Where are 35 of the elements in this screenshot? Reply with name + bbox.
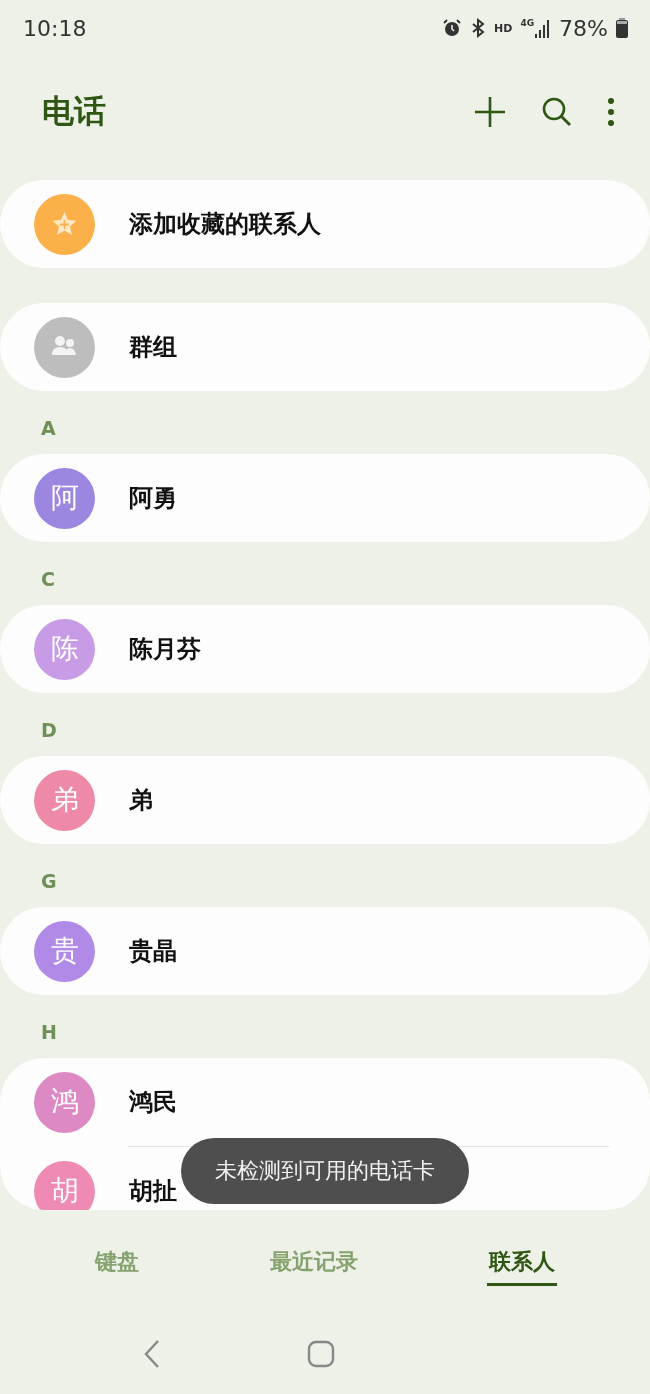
favorites-card[interactable]: 添加收藏的联系人 (0, 180, 650, 268)
contact-name[interactable]: 阿勇 (129, 482, 177, 514)
more-options-button[interactable] (607, 97, 615, 127)
groups-label: 群组 (129, 332, 177, 363)
contact-avatar: 陈 (34, 618, 95, 680)
hd-label: HD (494, 21, 513, 35)
status-time: 10:18 (23, 15, 87, 41)
contact-avatar: 贵 (34, 920, 95, 982)
section-letter: D (41, 719, 57, 741)
section-letter: C (41, 568, 55, 590)
contact-name[interactable]: 陈月芬 (129, 633, 201, 665)
contact-avatar: 胡 (34, 1160, 95, 1210)
contact-avatar: 阿 (34, 467, 95, 529)
groups-card[interactable]: 群组 (0, 303, 650, 391)
battery-icon (616, 18, 628, 38)
section-letter: H (41, 1021, 57, 1043)
battery-level: 78% (559, 15, 608, 41)
alarm-icon (442, 18, 463, 38)
section-letter: G (41, 870, 57, 892)
contact-name[interactable]: 贵晶 (129, 935, 177, 967)
contact-name[interactable]: 胡扯 (129, 1175, 177, 1207)
favorites-label: 添加收藏的联系人 (129, 209, 321, 240)
app-title: 电话 (42, 91, 107, 132)
add-button[interactable] (473, 95, 507, 129)
contact-avatar: 鸿 (34, 1071, 95, 1133)
bluetooth-icon (470, 18, 487, 38)
tab[interactable]: 联系人 (486, 1240, 557, 1286)
network-label: 4G (520, 18, 535, 28)
signal-icon (535, 18, 552, 38)
contact-name[interactable]: 弟 (129, 784, 153, 816)
toast-message: 未检测到可用的电话卡 (181, 1138, 469, 1204)
contact-avatar: 弟 (34, 769, 95, 831)
contact-name[interactable]: 鸿民 (129, 1086, 177, 1118)
search-button[interactable] (541, 96, 573, 128)
section-letter: A (41, 417, 56, 439)
